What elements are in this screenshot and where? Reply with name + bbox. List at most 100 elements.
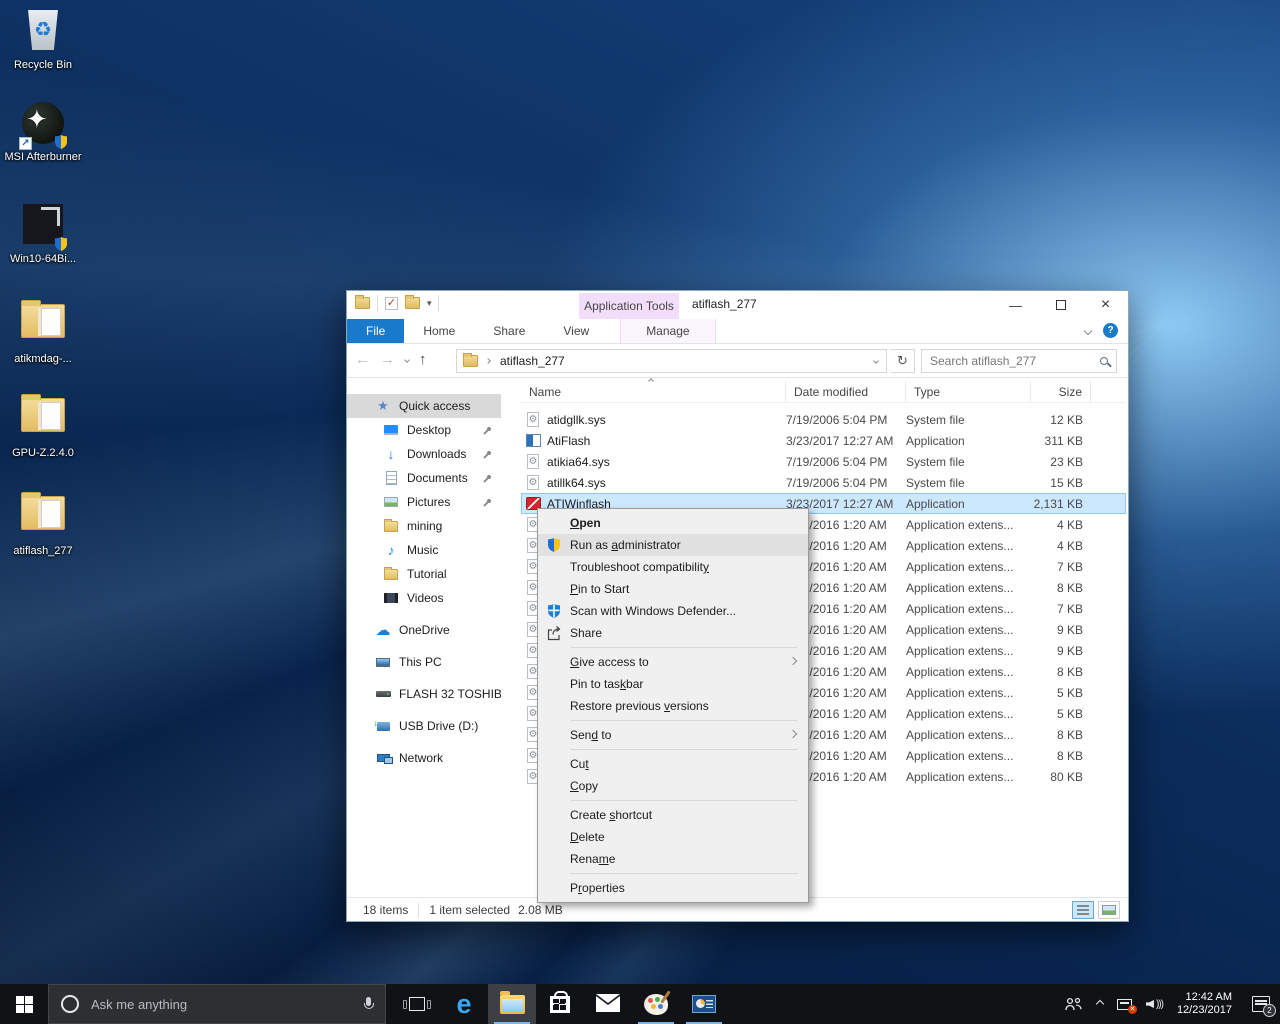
column-header-type[interactable]: Type: [906, 381, 1031, 402]
column-header-date-modified[interactable]: Date modified: [786, 381, 906, 402]
details-view-button[interactable]: [1072, 901, 1094, 919]
desktop-icon-atiflash-277[interactable]: atiflash_277: [0, 490, 86, 558]
file-name-cell: AtiFlash: [521, 433, 786, 449]
menu-item-open[interactable]: Open: [538, 512, 808, 534]
menu-item-cut[interactable]: Cut: [538, 753, 808, 775]
menu-item-share[interactable]: Share: [538, 622, 808, 644]
menu-item-restore-previous-versions[interactable]: Restore previous versions: [538, 695, 808, 717]
sidebar-item-network[interactable]: Network: [347, 746, 501, 770]
sidebar-item-music[interactable]: Music: [347, 538, 501, 562]
file-name-cell: atillk64.sys: [521, 475, 786, 491]
desktop-icon-recycle-bin[interactable]: Recycle Bin: [0, 8, 86, 72]
menu-item-send-to[interactable]: Send to: [538, 724, 808, 746]
file-row[interactable]: atillk64.sys7/19/2006 5:04 PMSystem file…: [521, 472, 1126, 493]
menu-item-create-shortcut[interactable]: Create shortcut: [538, 804, 808, 826]
volume-icon[interactable]: ))): [1146, 999, 1163, 1010]
sidebar-item-this-pc[interactable]: This PC: [347, 650, 501, 674]
address-bar-row: ← → ↑ atiflash_277 ↻ Search atiflash_277: [347, 344, 1128, 378]
sidebar-item-flash-32-toshiba-e[interactable]: FLASH 32 TOSHIBA (E: [347, 682, 501, 706]
sidebar-item-downloads[interactable]: Downloads: [347, 442, 501, 466]
desktop-icon-gpu-z-2-4-0[interactable]: GPU-Z.2.4.0: [0, 392, 86, 460]
tab-home[interactable]: Home: [404, 319, 474, 343]
file-row[interactable]: AtiFlash3/23/2017 12:27 AMApplication311…: [521, 430, 1126, 451]
tab-view[interactable]: View: [544, 319, 608, 343]
sidebar-item-tutorial[interactable]: Tutorial: [347, 562, 501, 586]
qat-customize-icon[interactable]: ▾: [427, 298, 431, 309]
people-icon[interactable]: [1065, 997, 1083, 1011]
menu-item-copy[interactable]: Copy: [538, 775, 808, 797]
search-input[interactable]: Search atiflash_277: [921, 349, 1117, 373]
taskbar-app-mail[interactable]: [584, 984, 632, 1024]
menu-item-pin-to-taskbar[interactable]: Pin to taskbar: [538, 673, 808, 695]
taskbar-app-edge[interactable]: e: [440, 984, 488, 1024]
close-button[interactable]: ×: [1083, 291, 1128, 319]
refresh-button[interactable]: ↻: [891, 349, 915, 373]
title-bar[interactable]: ✓ ▾ Application Tools atiflash_277 — ×: [347, 291, 1128, 319]
back-button[interactable]: ←: [355, 351, 370, 368]
desktop-icon-atikmdag-[interactable]: atikmdag-...: [0, 298, 86, 366]
menu-item-rename[interactable]: Rename: [538, 848, 808, 870]
file-row[interactable]: atidgllk.sys7/19/2006 5:04 PMSystem file…: [521, 409, 1126, 430]
menu-item-run-as-administrator[interactable]: Run as administrator: [538, 534, 808, 556]
menu-item-delete[interactable]: Delete: [538, 826, 808, 848]
monitor-app-icon: [692, 995, 716, 1013]
taskbar-app-file-explorer[interactable]: [488, 984, 536, 1024]
ribbon-collapse-icon[interactable]: [1084, 326, 1092, 334]
file-row[interactable]: atikia64.sys7/19/2006 5:04 PMSystem file…: [521, 451, 1126, 472]
up-button[interactable]: ↑: [419, 351, 427, 368]
menu-item-troubleshoot-compatibility[interactable]: Troubleshoot compatibility: [538, 556, 808, 578]
tab-file[interactable]: File: [347, 319, 404, 343]
file-type: Application extens...: [906, 749, 1031, 763]
sidebar-item-usb-drive-d-[interactable]: USB Drive (D:): [347, 714, 501, 738]
taskbar-clock[interactable]: 12:42 AM 12/23/2017: [1177, 991, 1232, 1017]
taskbar-app-paint[interactable]: [632, 984, 680, 1024]
desktop-icon-win10-64bi-[interactable]: Win10-64Bi...: [0, 204, 86, 266]
recent-locations-icon[interactable]: [404, 357, 410, 363]
search-placeholder: Search atiflash_277: [930, 354, 1036, 368]
menu-separator: [570, 873, 798, 874]
forward-button[interactable]: →: [380, 351, 395, 368]
action-center-button[interactable]: 2: [1252, 996, 1270, 1012]
desktop-icon-msi-afterburner[interactable]: ↗MSI Afterburner: [0, 102, 86, 164]
file-type: System file: [906, 476, 1031, 490]
thumbnail-view-button[interactable]: [1098, 901, 1120, 919]
folder-icon: [19, 496, 67, 542]
menu-item-pin-to-start[interactable]: Pin to Start: [538, 578, 808, 600]
menu-item-properties[interactable]: Properties: [538, 877, 808, 899]
file-type: Application extens...: [906, 518, 1031, 532]
tab-share[interactable]: Share: [474, 319, 544, 343]
address-dropdown-icon[interactable]: [873, 358, 879, 364]
qat-properties-icon[interactable]: ✓: [385, 297, 398, 310]
sidebar-item-onedrive[interactable]: OneDrive: [347, 618, 501, 642]
taskbar-app-store[interactable]: [536, 984, 584, 1024]
address-bar[interactable]: atiflash_277: [456, 349, 887, 373]
column-header-size[interactable]: Size: [1031, 381, 1091, 402]
help-icon[interactable]: ?: [1103, 323, 1118, 338]
sidebar-item-mining[interactable]: mining: [347, 514, 501, 538]
desktop-icon-label: GPU-Z.2.4.0: [0, 447, 86, 460]
sidebar-item-quick-access[interactable]: Quick access: [347, 394, 501, 418]
minimize-button[interactable]: —: [993, 291, 1038, 319]
task-view-button[interactable]: [394, 984, 440, 1024]
start-button[interactable]: [0, 984, 48, 1024]
column-header-name[interactable]: Name: [521, 381, 786, 402]
tray-expand-chevron-icon[interactable]: [1097, 1001, 1103, 1007]
menu-item-scan-with-windows-defender-[interactable]: Scan with Windows Defender...: [538, 600, 808, 622]
sidebar-item-documents[interactable]: Documents: [347, 466, 501, 490]
sysfile-icon: [525, 454, 541, 470]
taskbar-search-input[interactable]: Ask me anything: [48, 984, 386, 1024]
microphone-icon[interactable]: [363, 997, 373, 1012]
sidebar-item-pictures[interactable]: Pictures: [347, 490, 501, 514]
breadcrumb[interactable]: atiflash_277: [500, 354, 565, 368]
menu-item-give-access-to[interactable]: Give access to: [538, 651, 808, 673]
network-disconnected-icon[interactable]: ✕: [1117, 999, 1132, 1010]
contextual-tab-header[interactable]: Application Tools: [579, 293, 679, 319]
column-headers: NameDate modifiedTypeSize: [521, 381, 1126, 403]
sidebar-item-videos[interactable]: Videos: [347, 586, 501, 610]
sidebar-item-desktop[interactable]: Desktop: [347, 418, 501, 442]
maximize-button[interactable]: [1038, 291, 1083, 319]
tab-manage[interactable]: Manage: [620, 319, 715, 343]
taskbar-app-monitor-app[interactable]: [680, 984, 728, 1024]
qat-new-folder-icon[interactable]: [405, 297, 420, 309]
appfile-icon: [525, 433, 541, 449]
